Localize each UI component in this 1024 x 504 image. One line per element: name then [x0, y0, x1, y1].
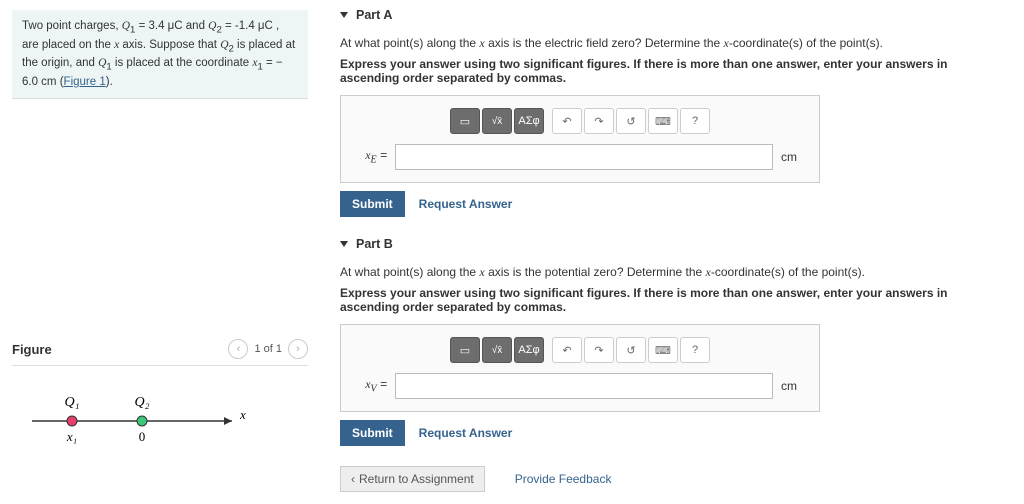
greek-icon[interactable]: ΑΣφ: [514, 108, 544, 134]
root-fraction-icon[interactable]: √x̄: [482, 337, 512, 363]
keyboard-icon[interactable]: ⌨: [648, 108, 678, 134]
part-a-submit-button[interactable]: Submit: [340, 191, 405, 217]
provide-feedback-link[interactable]: Provide Feedback: [515, 472, 612, 486]
chevron-down-icon: [340, 12, 348, 18]
problem-statement: Two point charges, Q1 = 3.4 μC and Q2 = …: [12, 10, 308, 99]
part-b-submit-button[interactable]: Submit: [340, 420, 405, 446]
redo-icon[interactable]: ↷: [584, 108, 614, 134]
part-b-var-label: xV =: [355, 377, 387, 394]
part-a-header[interactable]: Part A: [340, 8, 1004, 22]
template-icon[interactable]: ▭: [450, 337, 480, 363]
part-a-var-label: xE =: [355, 148, 387, 165]
chevron-left-icon: ‹: [351, 472, 355, 486]
greek-icon[interactable]: ΑΣφ: [514, 337, 544, 363]
figure-diagram: Q₁ Q₂ x₁ 0 x: [12, 386, 308, 459]
part-a-unit: cm: [781, 150, 805, 164]
part-a-answer-box: ▭ √x̄ ΑΣφ ↶ ↷ ↺ ⌨ ? xE = cm: [340, 95, 820, 183]
part-b-request-answer-link[interactable]: Request Answer: [419, 426, 513, 440]
figure-pager-text: 1 of 1: [254, 343, 282, 355]
undo-icon[interactable]: ↶: [552, 337, 582, 363]
reset-icon[interactable]: ↺: [616, 337, 646, 363]
figure-prev-button[interactable]: ‹: [228, 339, 248, 359]
svg-text:x: x: [239, 407, 246, 422]
part-a-answer-input[interactable]: [395, 144, 773, 170]
help-icon[interactable]: ?: [680, 108, 710, 134]
return-to-assignment-button[interactable]: ‹ Return to Assignment: [340, 466, 485, 492]
redo-icon[interactable]: ↷: [584, 337, 614, 363]
chevron-down-icon: [340, 241, 348, 247]
part-b-answer-input[interactable]: [395, 373, 773, 399]
part-b-title: Part B: [356, 237, 393, 251]
part-b-header[interactable]: Part B: [340, 237, 1004, 251]
template-icon[interactable]: ▭: [450, 108, 480, 134]
figure-title: Figure: [12, 342, 52, 357]
part-a-instruction: Express your answer using two significan…: [340, 57, 1004, 85]
part-a-question: At what point(s) along the x axis is the…: [340, 36, 1004, 51]
part-a-request-answer-link[interactable]: Request Answer: [419, 197, 513, 211]
undo-icon[interactable]: ↶: [552, 108, 582, 134]
part-b-instruction: Express your answer using two significan…: [340, 286, 1004, 314]
part-a-title: Part A: [356, 8, 392, 22]
figure-next-button[interactable]: ›: [288, 339, 308, 359]
svg-text:x₁: x₁: [66, 429, 77, 444]
help-icon[interactable]: ?: [680, 337, 710, 363]
keyboard-icon[interactable]: ⌨: [648, 337, 678, 363]
svg-text:Q₂: Q₂: [135, 395, 150, 410]
part-b-unit: cm: [781, 379, 805, 393]
reset-icon[interactable]: ↺: [616, 108, 646, 134]
part-b-answer-box: ▭ √x̄ ΑΣφ ↶ ↷ ↺ ⌨ ? xV = cm: [340, 324, 820, 412]
svg-text:Q₁: Q₁: [65, 395, 80, 410]
part-b-question: At what point(s) along the x axis is the…: [340, 265, 1004, 280]
root-fraction-icon[interactable]: √x̄: [482, 108, 512, 134]
svg-text:0: 0: [139, 429, 146, 444]
